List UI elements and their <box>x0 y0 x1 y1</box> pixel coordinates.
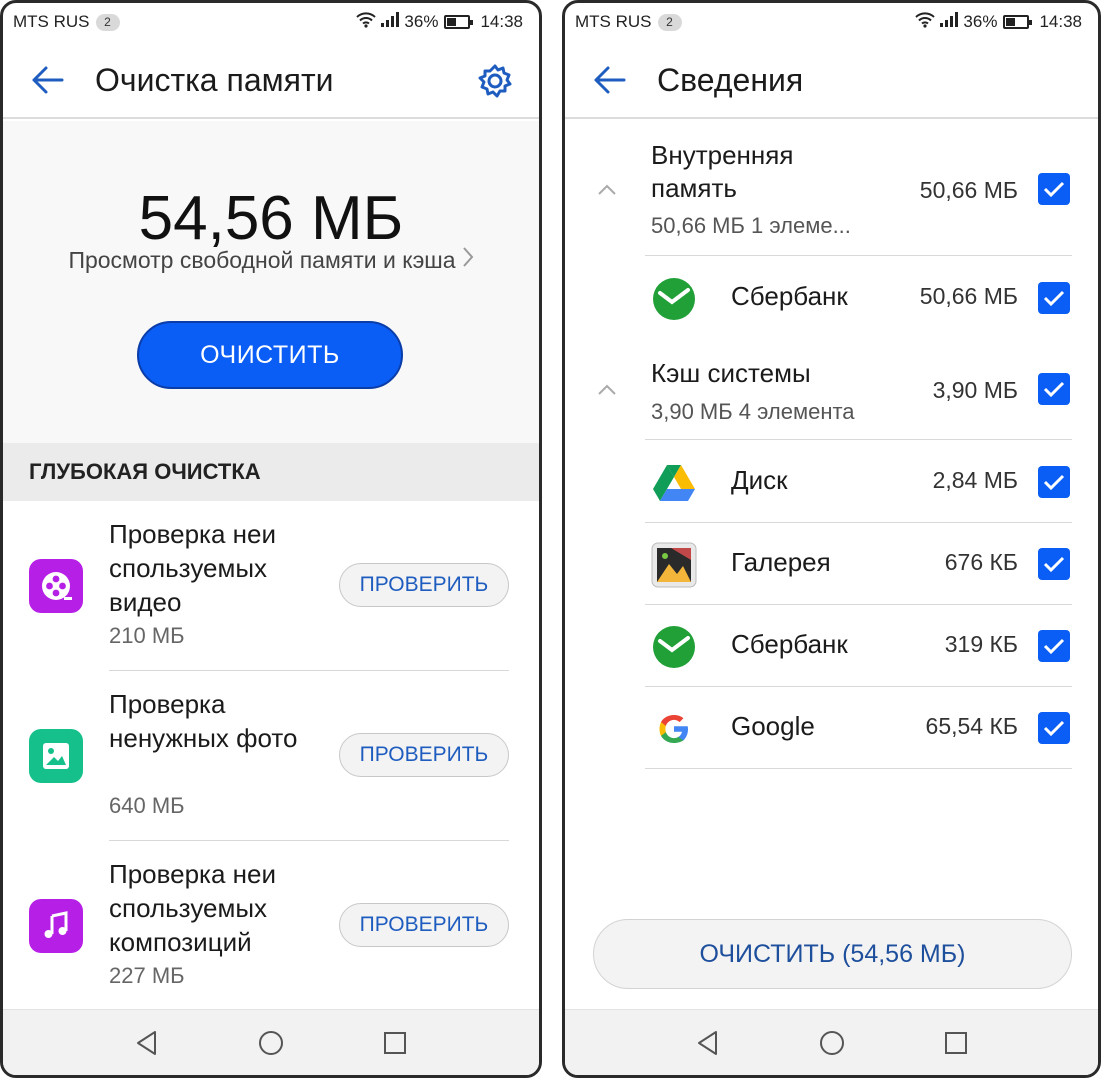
app-bar: Очистка памяти <box>3 43 539 119</box>
storage-summary: 54,56 МБ Просмотр свободной памяти и кэш… <box>3 121 539 443</box>
app-row-sberbank[interactable]: Сбербанк 50,66 МБ <box>565 257 1098 339</box>
recents-square-icon[interactable] <box>375 1023 415 1063</box>
page-title: Сведения <box>657 61 804 98</box>
details-screen: MTS RUS 2 36% 14:38 Сведения Внутренняя <box>562 0 1101 1078</box>
group-subtitle: 50,66 МБ 1 элеме... <box>651 213 851 238</box>
signal-icon <box>380 11 400 33</box>
sberbank-icon <box>651 276 697 322</box>
back-triangle-icon[interactable] <box>127 1023 167 1063</box>
battery-icon <box>444 15 474 29</box>
recents-square-icon[interactable] <box>936 1023 976 1063</box>
app-row-sberbank-cache[interactable]: Сбербанк 319 КБ <box>565 605 1098 687</box>
carrier-label: MTS RUS <box>575 12 652 31</box>
clean-all-button[interactable]: ОЧИСТИТЬ (54,56 МБ) <box>593 919 1072 989</box>
carrier-label: MTS RUS <box>13 12 90 31</box>
checkbox[interactable] <box>1038 373 1070 405</box>
page-title: Очистка памяти <box>95 61 334 98</box>
check-button[interactable]: ПРОВЕРИТЬ <box>339 563 509 607</box>
list-item[interactable]: Проверка ненужных фото 640 МБ ПРОВЕРИТЬ <box>3 671 539 841</box>
home-circle-icon[interactable] <box>251 1023 291 1063</box>
battery-icon <box>1003 15 1033 29</box>
group-title: Внутренняя память <box>651 140 794 203</box>
check-button[interactable]: ПРОВЕРИТЬ <box>339 903 509 947</box>
deep-clean-header: ГЛУБОКАЯ ОЧИСТКА <box>3 443 539 501</box>
music-icon <box>29 899 83 953</box>
signal-icon <box>939 11 959 33</box>
google-icon <box>651 706 697 752</box>
app-bar: Сведения <box>565 43 1098 119</box>
item-size: 640 МБ <box>109 793 185 818</box>
back-triangle-icon[interactable] <box>688 1023 728 1063</box>
sberbank-icon <box>651 624 697 670</box>
item-size: 227 МБ <box>109 963 185 988</box>
photo-icon <box>29 729 83 783</box>
check-button[interactable]: ПРОВЕРИТЬ <box>339 733 509 777</box>
app-name: Диск <box>731 465 788 495</box>
total-size: 54,56 МБ <box>138 184 404 253</box>
app-name: Галерея <box>731 547 831 577</box>
app-name: Google <box>731 711 815 741</box>
item-size: 210 МБ <box>109 623 185 648</box>
checkbox[interactable] <box>1038 712 1070 744</box>
app-size: 676 КБ <box>944 549 1018 575</box>
app-row-google[interactable]: Google 65,54 КБ <box>565 687 1098 769</box>
checkbox[interactable] <box>1038 548 1070 580</box>
app-name: Сбербанк <box>731 281 848 311</box>
checkbox[interactable] <box>1038 630 1070 662</box>
status-bar: MTS RUS 2 36% 14:38 <box>3 3 539 41</box>
app-name: Сбербанк <box>731 629 848 659</box>
item-title: Проверка неи спользуемых видео <box>109 519 277 617</box>
cleanup-screen: MTS RUS 2 36% 14:38 Очистка памяти 54,56… <box>0 0 542 1078</box>
gallery-icon <box>651 542 697 588</box>
app-size: 65,54 КБ <box>925 713 1018 739</box>
sim-badge: 2 <box>657 13 682 31</box>
gear-icon[interactable] <box>473 59 517 103</box>
checkbox[interactable] <box>1038 173 1070 205</box>
home-circle-icon[interactable] <box>812 1023 852 1063</box>
item-title: Проверка ненужных фото <box>109 689 298 753</box>
checkbox[interactable] <box>1038 466 1070 498</box>
wifi-icon <box>356 11 377 33</box>
battery-percent: 36% <box>404 12 439 31</box>
view-storage-link[interactable]: Просмотр свободной памяти и кэша <box>3 246 539 274</box>
checkbox[interactable] <box>1038 282 1070 314</box>
navigation-bar <box>3 1009 539 1075</box>
group-subtitle: 3,90 МБ 4 элемента <box>651 399 855 424</box>
navigation-bar <box>565 1009 1098 1075</box>
clock: 14:38 <box>480 12 523 31</box>
app-size: 319 КБ <box>944 631 1018 657</box>
clock: 14:38 <box>1039 12 1082 31</box>
list-item[interactable]: Проверка неи спользуемых композиций 227 … <box>3 841 539 1011</box>
sim-badge: 2 <box>95 13 120 31</box>
video-icon <box>29 559 83 613</box>
app-row-gallery[interactable]: Галерея 676 КБ <box>565 523 1098 605</box>
chevron-right-icon <box>462 246 474 274</box>
item-title: Проверка неи спользуемых композиций <box>109 859 277 957</box>
chevron-up-icon[interactable] <box>595 383 619 397</box>
group-size: 50,66 МБ <box>919 177 1018 203</box>
wifi-icon <box>915 11 936 33</box>
back-arrow-icon[interactable] <box>579 50 639 110</box>
app-row-disk[interactable]: Диск 2,84 МБ <box>565 441 1098 523</box>
view-storage-label: Просмотр свободной памяти и кэша <box>68 246 456 273</box>
app-size: 2,84 МБ <box>932 467 1018 493</box>
group-system-cache[interactable]: Кэш системы 3,90 МБ 4 элемента 3,90 МБ <box>565 343 1098 439</box>
group-internal-storage[interactable]: Внутренняя память 50,66 МБ 1 элеме... 50… <box>565 121 1098 255</box>
chevron-up-icon[interactable] <box>595 183 619 197</box>
google-drive-icon <box>651 460 697 506</box>
list-item[interactable]: Проверка неи спользуемых видео 210 МБ ПР… <box>3 501 539 671</box>
group-size: 3,90 МБ <box>932 377 1018 403</box>
status-bar: MTS RUS 2 36% 14:38 <box>565 3 1098 41</box>
group-title: Кэш системы <box>651 358 811 388</box>
app-size: 50,66 МБ <box>919 283 1018 309</box>
clean-button[interactable]: ОЧИСТИТЬ <box>137 321 403 389</box>
back-arrow-icon[interactable] <box>17 50 77 110</box>
battery-percent: 36% <box>963 12 998 31</box>
deep-clean-list: Проверка неи спользуемых видео 210 МБ ПР… <box>3 501 539 1011</box>
